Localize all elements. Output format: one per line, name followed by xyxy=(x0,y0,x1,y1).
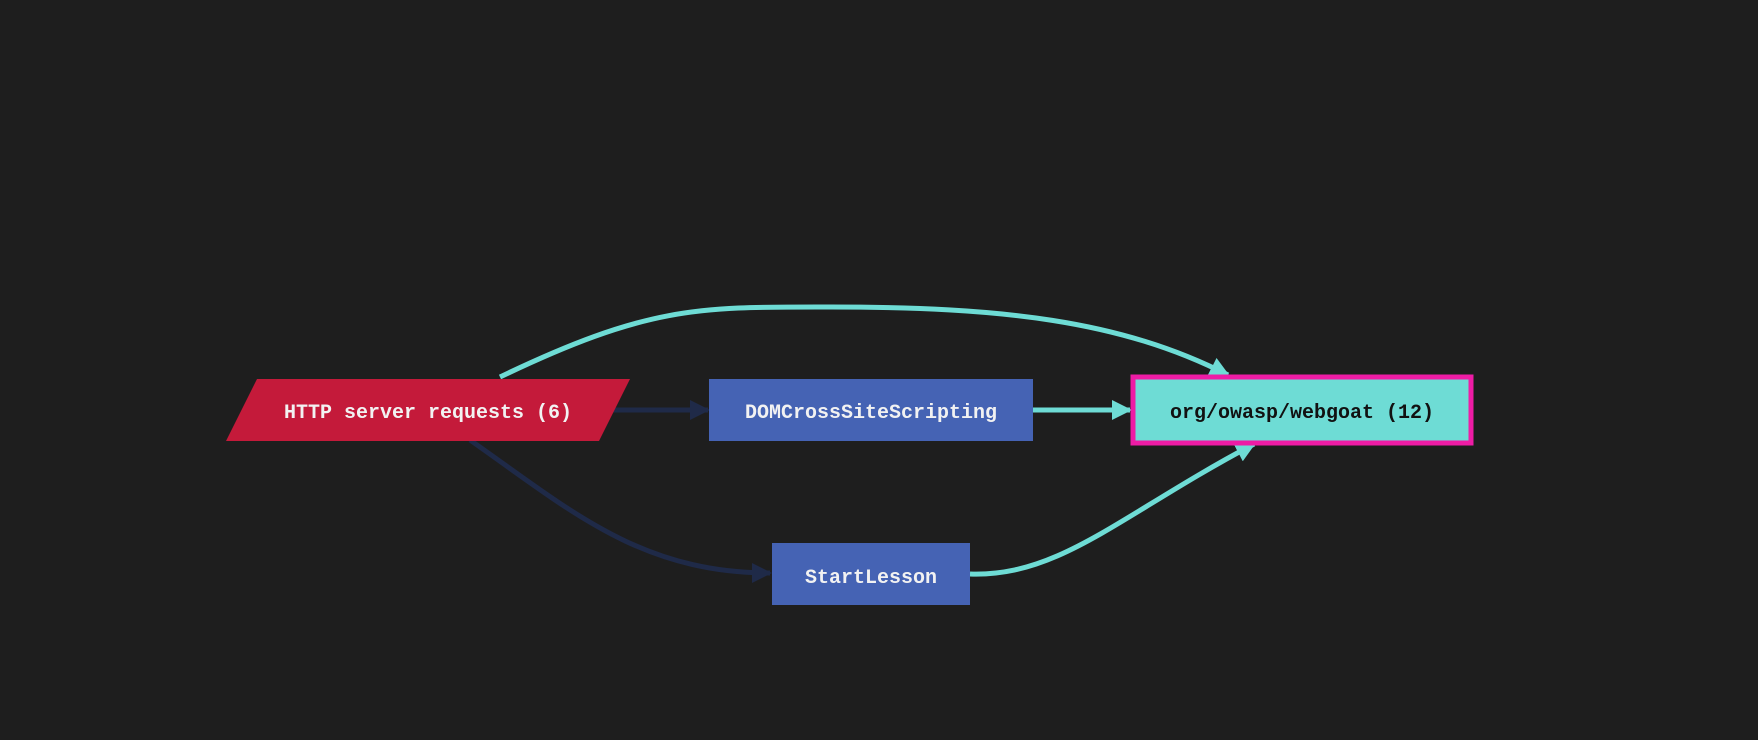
node-org-owasp-webgoat[interactable]: org/owasp/webgoat (12) xyxy=(1130,374,1474,446)
node-http-server-requests[interactable]: HTTP server requests (6) xyxy=(226,379,630,441)
edge-http-to-startlesson xyxy=(468,437,772,583)
edge-startlesson-to-webgoat xyxy=(969,441,1256,577)
node-startlesson-label: StartLesson xyxy=(805,567,937,590)
edge-http-to-webgoat xyxy=(498,304,1230,380)
flow-diagram: HTTP server requests (6) DOMCrossSiteScr… xyxy=(226,304,1474,605)
node-dom-label: DOMCrossSiteScripting xyxy=(745,402,997,425)
node-domcrosssitescripting[interactable]: DOMCrossSiteScripting xyxy=(709,379,1033,441)
node-http-label: HTTP server requests (6) xyxy=(284,402,572,425)
node-startlesson[interactable]: StartLesson xyxy=(772,543,970,605)
node-webgoat-label: org/owasp/webgoat (12) xyxy=(1170,402,1434,425)
